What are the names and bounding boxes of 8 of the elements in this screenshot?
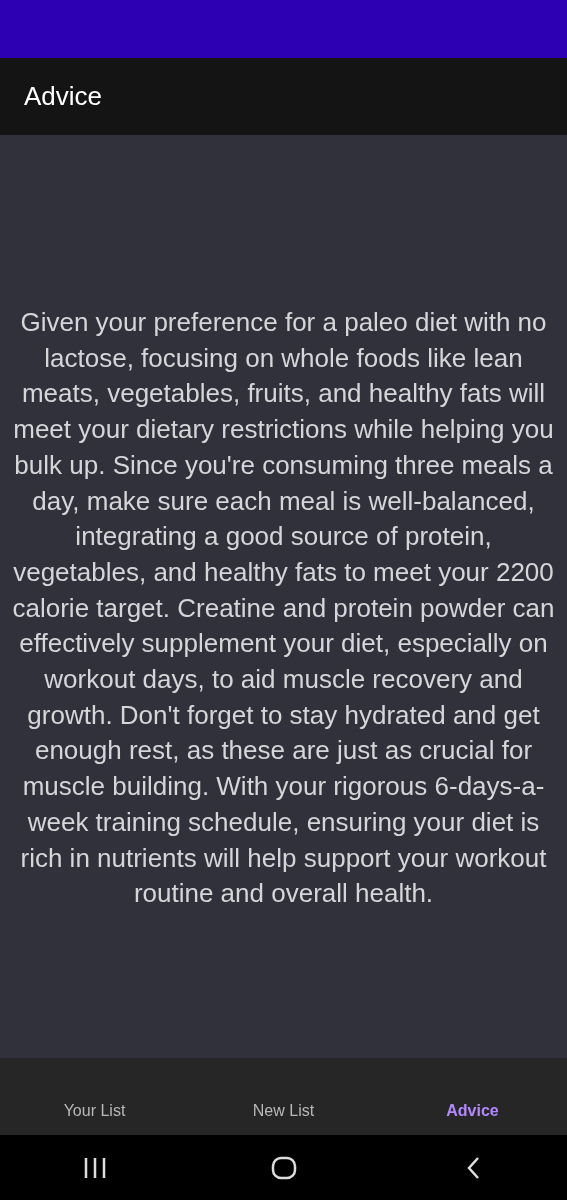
advice-text: Given your preference for a paleo diet with no lactose, focusing on whole foods like lean meats, vegetables, fruits, and healthy fats will meet your dietary restrictions while helping you bulk up. Since you're consuming three meals a day, make sure each meal is well-balanced, integrating a good source of protein, vegetables, and healthy fats to meet your 2200 calorie target. Creatine and protein powder can effectively supplement your diet, especially on workout days, to aid muscle recovery and growth. Don't forget to stay hydrated and get enough rest, as these are just as crucial for muscle building. With your rigorous 6-days-a-week training schedule, ensuring your diet is rich in nutrients will help support your workout routine and overall health. [12, 306, 555, 911]
nav-tab[interactable]: New List [189, 1099, 378, 1123]
home-icon[interactable] [270, 1155, 297, 1180]
nav-tab[interactable]: Advice [378, 1099, 567, 1123]
recent-apps-icon[interactable] [82, 1156, 107, 1179]
app-bar-title: Advice [24, 80, 103, 113]
nav-tab[interactable]: Your List [0, 1099, 189, 1123]
back-icon[interactable] [465, 1155, 480, 1180]
